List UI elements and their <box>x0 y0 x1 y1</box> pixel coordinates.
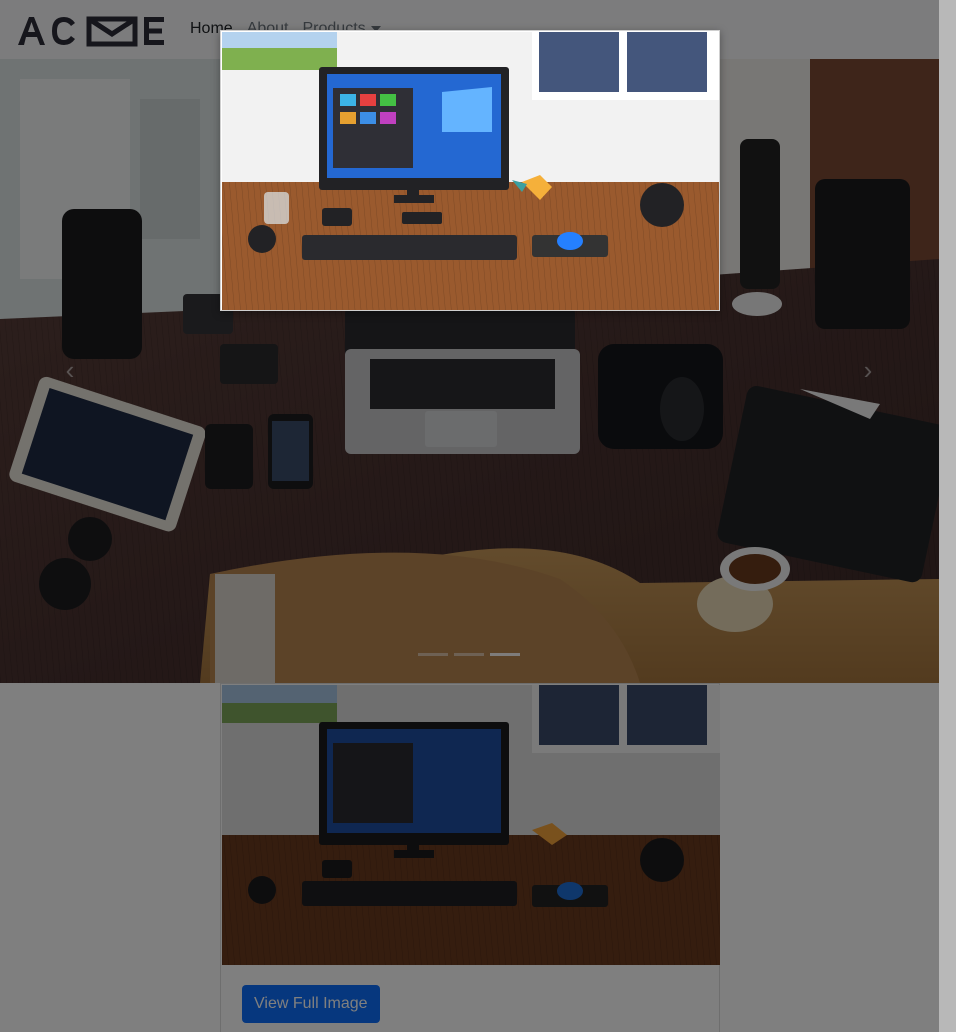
monitor-desk-photo-full <box>222 32 719 310</box>
modal-image <box>222 32 719 310</box>
page: Home About Products <box>0 0 956 1032</box>
page-scrollbar[interactable] <box>939 0 956 1032</box>
image-modal <box>220 30 720 311</box>
